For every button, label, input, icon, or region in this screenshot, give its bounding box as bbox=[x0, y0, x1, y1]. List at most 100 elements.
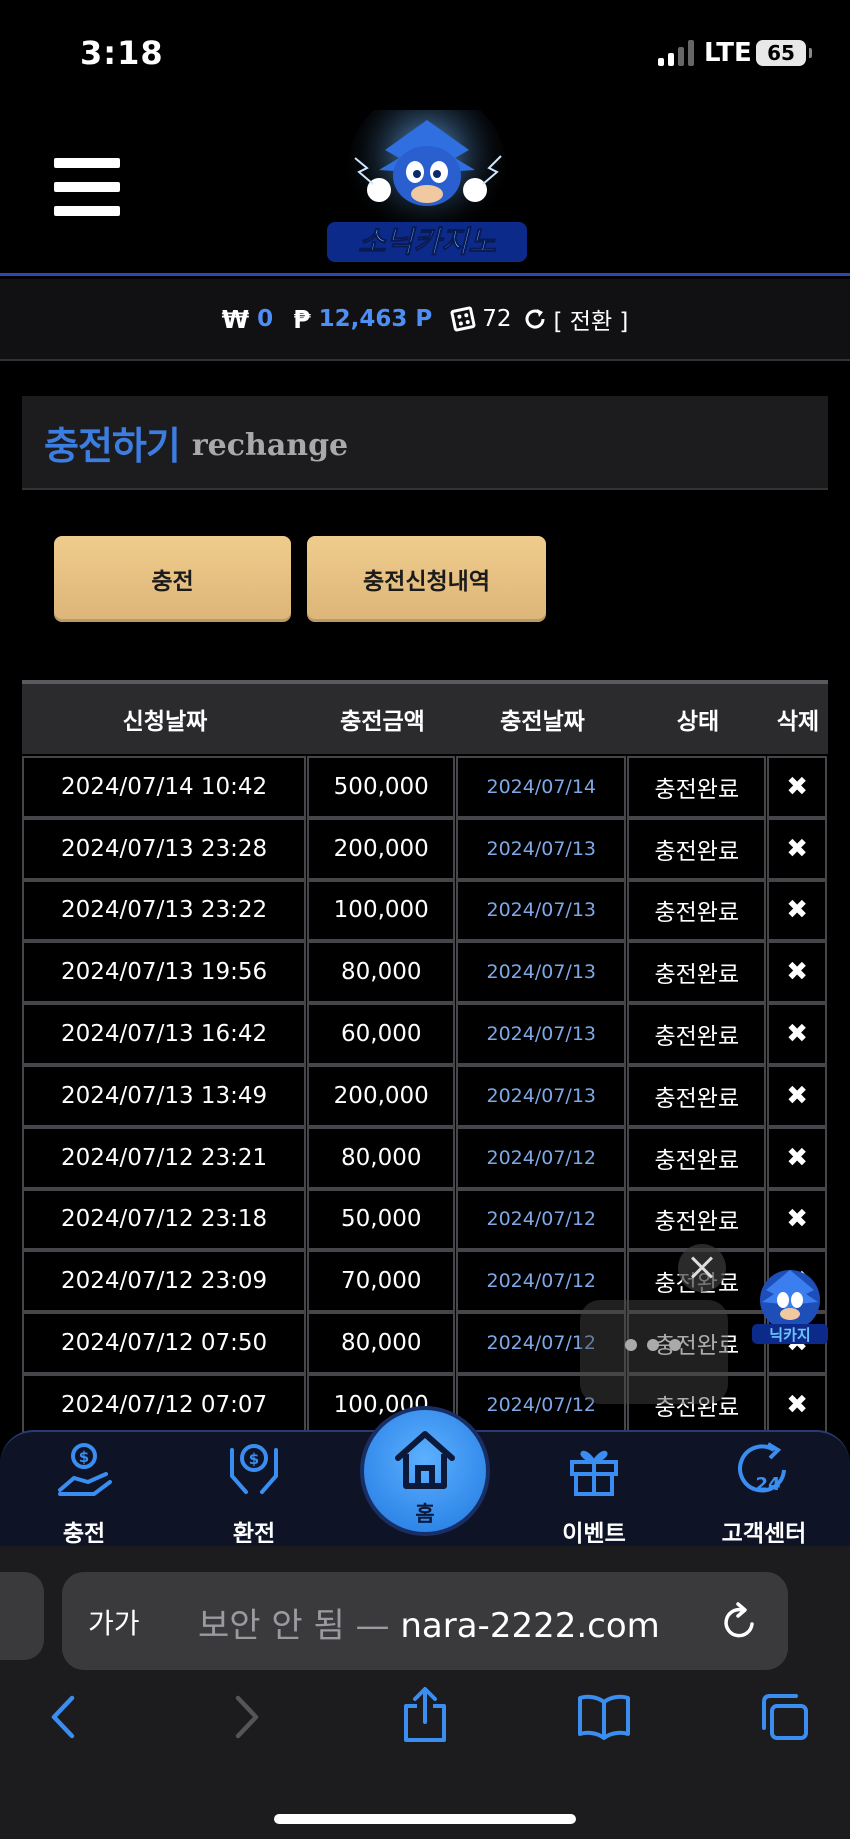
amount-cell: 80,000 bbox=[307, 941, 456, 1004]
delete-icon[interactable]: ✖ bbox=[767, 1064, 827, 1127]
point-symbol: ₱ bbox=[293, 304, 311, 334]
amount-cell: 80,000 bbox=[307, 1312, 456, 1374]
status-cell: 충전완료 bbox=[627, 941, 767, 1004]
exchange-hands-icon: $ bbox=[230, 1444, 278, 1494]
page-subtitle: rechange bbox=[191, 427, 349, 463]
amount-cell: 60,000 bbox=[307, 1003, 456, 1065]
url-text[interactable]: 보안 안 됨 — nara-2222.com bbox=[198, 1598, 660, 1647]
status-cell: 충전완료 bbox=[627, 756, 767, 818]
request-date-cell: 2024/07/13 13:49 bbox=[22, 1064, 307, 1127]
url-domain: nara-2222.com bbox=[400, 1606, 660, 1646]
support-24-icon: 24 bbox=[738, 1442, 786, 1495]
delete-icon[interactable]: ✖ bbox=[767, 817, 827, 880]
col-charge-date: 충전날짜 bbox=[500, 709, 585, 735]
svg-text:24: 24 bbox=[755, 1474, 780, 1495]
balance-bar: ₩ 0 ₱ 12,463 P 72 [ 전환 ] bbox=[0, 279, 850, 361]
previous-tab-preview[interactable] bbox=[0, 1572, 44, 1660]
svg-text:$: $ bbox=[79, 1448, 89, 1466]
delete-icon[interactable]: ✖ bbox=[767, 1188, 827, 1251]
charge-date-cell: 2024/07/13 bbox=[456, 941, 627, 1004]
amount-cell: 70,000 bbox=[307, 1250, 456, 1313]
request-date-cell: 2024/07/12 23:09 bbox=[22, 1250, 307, 1313]
won-balance: ₩ 0 bbox=[222, 305, 274, 334]
amount-cell: 200,000 bbox=[307, 1064, 456, 1127]
table-header: 신청날짜 충전금액 충전날짜 상태 삭제 bbox=[22, 680, 828, 754]
close-icon[interactable] bbox=[678, 1244, 726, 1292]
bookmarks-icon[interactable] bbox=[576, 1692, 632, 1742]
request-date-cell: 2024/07/12 07:07 bbox=[22, 1373, 307, 1432]
signal-icon bbox=[658, 40, 696, 66]
won-value: 0 bbox=[257, 306, 274, 332]
request-date-cell: 2024/07/13 16:42 bbox=[22, 1003, 307, 1065]
nav-event[interactable]: 이벤트 bbox=[534, 1432, 654, 1548]
back-icon[interactable] bbox=[44, 1692, 84, 1742]
delete-icon[interactable]: ✖ bbox=[767, 941, 827, 1004]
amount-cell: 500,000 bbox=[307, 756, 456, 818]
status-cell: 충전완료 bbox=[627, 879, 767, 942]
forward-icon[interactable] bbox=[226, 1692, 266, 1742]
home-label: 홈 bbox=[415, 1502, 435, 1526]
col-request-date: 신청날짜 bbox=[122, 709, 208, 735]
status-cell: 충전완료 bbox=[627, 817, 767, 880]
chip-value: 72 bbox=[482, 306, 512, 332]
delete-icon[interactable]: ✖ bbox=[767, 1373, 827, 1432]
table-row: 2024/07/12 23:21 80,000 2024/07/12 충전완료 ✖ bbox=[22, 1126, 828, 1189]
status-cell: 충전완료 bbox=[627, 1064, 767, 1127]
nav-exchange-label: 환전 bbox=[232, 1521, 276, 1547]
sonic-casino-logo-icon[interactable]: 소닉카지노 bbox=[315, 110, 540, 272]
amount-cell: 80,000 bbox=[307, 1126, 456, 1189]
request-date-cell: 2024/07/12 23:21 bbox=[22, 1126, 307, 1189]
reader-aa-button[interactable]: 가가 bbox=[88, 1602, 140, 1642]
svg-text:소닉카지노: 소닉카지노 bbox=[358, 225, 496, 260]
nav-charge-label: 충전 bbox=[62, 1521, 106, 1547]
delete-icon[interactable]: ✖ bbox=[767, 756, 827, 818]
hand-money-icon: $ bbox=[58, 1443, 112, 1496]
charge-date-cell: 2024/07/12 bbox=[456, 1126, 627, 1189]
dice-icon bbox=[450, 305, 477, 333]
charge-date-cell: 2024/07/13 bbox=[456, 1064, 627, 1127]
nav-event-label: 이벤트 bbox=[562, 1521, 626, 1547]
reload-icon[interactable] bbox=[720, 1600, 760, 1644]
point-balance: ₱ 12,463 P bbox=[293, 305, 432, 334]
charge-history-button[interactable]: 충전신청내역 bbox=[307, 536, 546, 622]
site-header: 소닉카지노 bbox=[0, 110, 850, 276]
charge-date-cell: 2024/07/13 bbox=[456, 879, 627, 942]
refresh-icon[interactable] bbox=[522, 306, 548, 332]
amount-cell: 100,000 bbox=[307, 879, 456, 942]
sonic-avatar-icon[interactable]: 닉카지 bbox=[748, 1264, 832, 1348]
amount-cell: 50,000 bbox=[307, 1188, 456, 1251]
col-delete: 삭제 bbox=[776, 709, 820, 735]
col-status: 상태 bbox=[676, 709, 720, 735]
request-date-cell: 2024/07/12 23:18 bbox=[22, 1188, 307, 1251]
home-button[interactable]: 홈 bbox=[360, 1406, 490, 1536]
nav-support[interactable]: 24 고객센터 bbox=[704, 1432, 824, 1548]
home-indicator bbox=[274, 1814, 576, 1824]
delete-icon[interactable]: ✖ bbox=[767, 1126, 827, 1189]
request-date-cell: 2024/07/12 07:50 bbox=[22, 1312, 307, 1374]
chip-balance: 72 [ 전환 ] bbox=[450, 302, 629, 336]
switch-button[interactable]: [ 전환 ] bbox=[554, 302, 629, 336]
delete-icon[interactable]: ✖ bbox=[767, 1003, 827, 1065]
tabs-icon[interactable] bbox=[758, 1692, 812, 1744]
page-title: 충전하기 bbox=[44, 423, 181, 468]
browser-toolbar: 가가 보안 안 됨 — nara-2222.com bbox=[0, 1546, 850, 1839]
point-value: 12,463 P bbox=[318, 306, 433, 332]
insecure-label: 보안 안 됨 — bbox=[198, 1606, 390, 1646]
col-amount: 충전금액 bbox=[340, 709, 425, 735]
won-symbol: ₩ bbox=[221, 304, 250, 334]
address-bar[interactable]: 가가 보안 안 됨 — nara-2222.com bbox=[62, 1572, 788, 1670]
table-row: 2024/07/12 23:18 50,000 2024/07/12 충전완료 ✖ bbox=[22, 1188, 828, 1251]
loading-dots bbox=[625, 1335, 685, 1355]
hamburger-menu-button[interactable] bbox=[54, 158, 120, 216]
charge-button[interactable]: 충전 bbox=[54, 536, 291, 622]
status-cell: 충전완료 bbox=[627, 1126, 767, 1189]
table-row: 2024/07/13 16:42 60,000 2024/07/13 충전완료 ✖ bbox=[22, 1003, 828, 1065]
network-label: LTE bbox=[704, 38, 752, 68]
delete-icon[interactable]: ✖ bbox=[767, 879, 827, 942]
nav-exchange[interactable]: $ 환전 bbox=[194, 1432, 314, 1548]
status-cell: 충전완료 bbox=[627, 1188, 767, 1251]
battery-icon: 65 bbox=[756, 40, 812, 66]
gift-icon bbox=[570, 1450, 618, 1496]
share-icon[interactable] bbox=[400, 1686, 450, 1744]
nav-charge[interactable]: $ 충전 bbox=[24, 1432, 144, 1548]
